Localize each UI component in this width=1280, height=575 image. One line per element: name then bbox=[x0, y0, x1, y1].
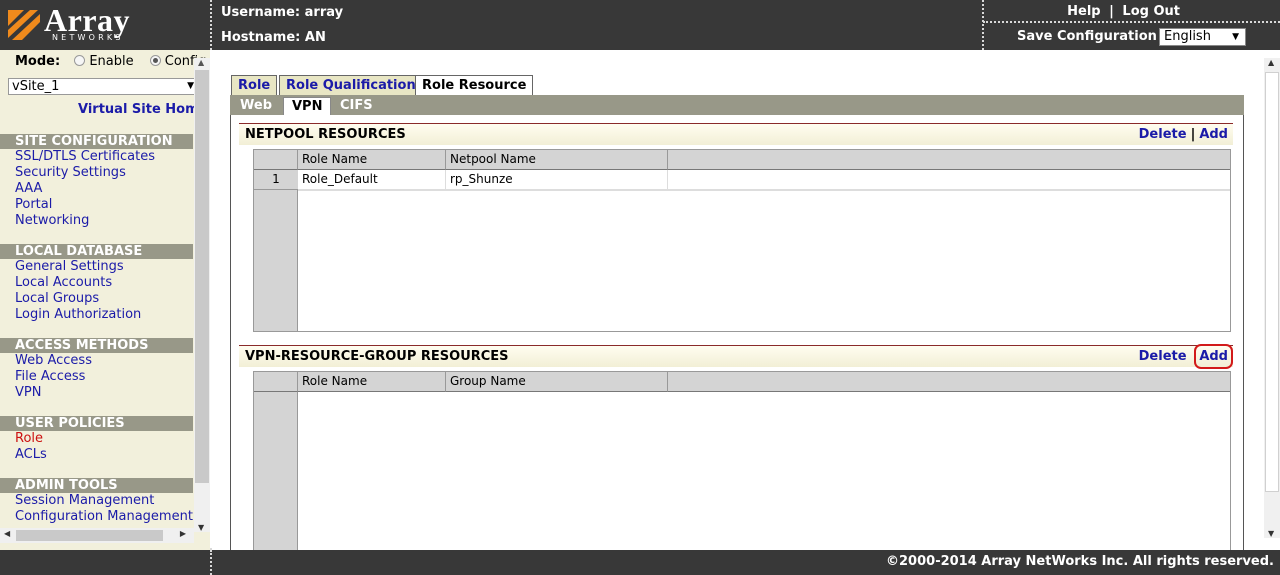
section-access-methods: ACCESS METHODS bbox=[0, 338, 193, 353]
nav-general-settings[interactable]: General Settings bbox=[15, 259, 124, 274]
mode-row: Mode: Enable Config bbox=[15, 54, 206, 69]
chevron-down-icon: ▼ bbox=[187, 81, 194, 91]
subtab-cifs[interactable]: CIFS bbox=[332, 97, 381, 115]
column-header-filler bbox=[668, 150, 1230, 170]
section-user-policies: USER POLICIES bbox=[0, 416, 193, 431]
copyright-text: ©2000-2014 Array NetWorks Inc. All right… bbox=[886, 554, 1274, 569]
save-configuration-link[interactable]: Save Configuration | bbox=[1017, 29, 1166, 44]
hostname-label: Hostname: AN bbox=[221, 30, 326, 45]
header-divider bbox=[210, 0, 212, 50]
netpool-delete-link[interactable]: Delete bbox=[1139, 127, 1187, 142]
scroll-left-icon[interactable]: ◀ bbox=[4, 529, 10, 538]
vpn-group-section-header: VPN-RESOURCE-GROUP RESOURCES Delete |Add bbox=[239, 344, 1233, 369]
vpn-group-table: Role Name Group Name bbox=[253, 371, 1231, 550]
nav-web-access[interactable]: Web Access bbox=[15, 353, 92, 368]
mode-label: Mode: bbox=[15, 54, 61, 69]
netpool-section-header: NETPOOL RESOURCES Delete | Add bbox=[239, 123, 1233, 145]
nav-vpn[interactable]: VPN bbox=[15, 385, 41, 400]
help-link[interactable]: Help bbox=[1067, 4, 1100, 19]
action-separator: | bbox=[1190, 127, 1196, 142]
netpool-actions: Delete | Add bbox=[1139, 127, 1228, 142]
mode-enable-radio[interactable] bbox=[74, 55, 86, 66]
main-scroll-thumb[interactable] bbox=[1265, 72, 1279, 492]
subtab-vpn[interactable]: VPN bbox=[283, 97, 332, 115]
table-row-number: 1 bbox=[254, 170, 298, 190]
tab-role[interactable]: Role bbox=[231, 75, 278, 96]
table-corner bbox=[254, 372, 298, 392]
column-header-netpool-name[interactable]: Netpool Name bbox=[446, 150, 668, 170]
table-cell-netpool-name[interactable]: rp_Shunze bbox=[446, 170, 668, 190]
mode-config-radio[interactable] bbox=[149, 55, 161, 66]
main-vertical-scrollbar[interactable]: ▲ ▼ bbox=[1264, 58, 1280, 538]
subtab-web[interactable]: Web bbox=[232, 97, 280, 115]
tab-role-qualification[interactable]: Role Qualification bbox=[279, 75, 423, 96]
header-links: Help | Log Out bbox=[1067, 4, 1180, 19]
vpn-group-add-link[interactable]: Add bbox=[1194, 344, 1233, 369]
action-spacer: | bbox=[1191, 349, 1196, 364]
tab-role-resource[interactable]: Role Resource bbox=[415, 75, 534, 96]
array-networks-logo: Array NETWORKS bbox=[8, 2, 143, 44]
section-admin-tools: ADMIN TOOLS bbox=[0, 478, 193, 493]
main-content: Role Role Qualification Role Resource We… bbox=[213, 50, 1280, 550]
vpn-group-actions: Delete |Add bbox=[1139, 344, 1233, 369]
header-right-divider bbox=[982, 0, 984, 50]
header-dotted-rule bbox=[983, 21, 1280, 23]
section-site-configuration: SITE CONFIGURATION bbox=[0, 134, 193, 149]
logo-mark-icon bbox=[8, 10, 40, 40]
resource-panel: NETPOOL RESOURCES Delete | Add Role Name N… bbox=[230, 115, 1244, 550]
nav-local-accounts[interactable]: Local Accounts bbox=[15, 275, 112, 290]
column-header-filler bbox=[668, 372, 1230, 392]
nav-role[interactable]: Role bbox=[15, 431, 43, 446]
column-header-role-name[interactable]: Role Name bbox=[298, 372, 446, 392]
scroll-up-icon[interactable]: ▲ bbox=[198, 58, 204, 67]
scroll-right-icon[interactable]: ▶ bbox=[180, 529, 186, 538]
vpn-group-delete-link[interactable]: Delete bbox=[1139, 349, 1187, 364]
top-header: Array NETWORKS Username: array Hostname:… bbox=[0, 0, 1280, 50]
virtual-site-select[interactable]: vSite_1 ▼ bbox=[8, 78, 198, 95]
mode-enable-label: Enable bbox=[89, 54, 134, 69]
sidebar: Mode: Enable Config vSite_1 ▼ Virtual Si… bbox=[0, 50, 210, 550]
nav-configuration-management[interactable]: Configuration Management bbox=[15, 509, 193, 524]
sidebar-horizontal-scrollbar[interactable]: ◀ ▶ bbox=[0, 528, 194, 543]
scroll-up-icon[interactable]: ▲ bbox=[1268, 58, 1274, 67]
column-header-group-name[interactable]: Group Name bbox=[446, 372, 668, 392]
sub-tabs: Web VPN CIFS bbox=[230, 95, 1244, 115]
column-header-role-name[interactable]: Role Name bbox=[298, 150, 446, 170]
netpool-table: Role Name Netpool Name 1 Role_Default rp… bbox=[253, 149, 1231, 332]
nav-portal[interactable]: Portal bbox=[15, 197, 52, 212]
virtual-site-home-link[interactable]: Virtual Site Home bbox=[78, 102, 207, 117]
nav-login-authorization[interactable]: Login Authorization bbox=[15, 307, 141, 322]
row-divider bbox=[298, 190, 1230, 191]
scroll-down-icon[interactable]: ▼ bbox=[1268, 529, 1274, 538]
nav-networking[interactable]: Networking bbox=[15, 213, 89, 228]
footer: ©2000-2014 Array NetWorks Inc. All right… bbox=[0, 550, 1280, 575]
sidebar-scroll-thumb[interactable] bbox=[195, 70, 209, 483]
nav-security-settings[interactable]: Security Settings bbox=[15, 165, 126, 180]
sidebar-vertical-scrollbar[interactable]: ▲ ▼ bbox=[194, 58, 210, 532]
table-cell-role-name[interactable]: Role_Default bbox=[298, 170, 446, 190]
chevron-down-icon: ▼ bbox=[1232, 32, 1239, 42]
nav-session-management[interactable]: Session Management bbox=[15, 493, 154, 508]
nav-ssl-dtls-certificates[interactable]: SSL/DTLS Certificates bbox=[15, 149, 155, 164]
username-label: Username: array bbox=[221, 5, 344, 20]
logout-link[interactable]: Log Out bbox=[1122, 4, 1180, 19]
scroll-down-icon[interactable]: ▼ bbox=[198, 523, 204, 532]
link-separator: | bbox=[1109, 4, 1114, 19]
language-selected-value: English bbox=[1164, 29, 1211, 44]
language-select[interactable]: English ▼ bbox=[1159, 28, 1246, 46]
nav-aaa[interactable]: AAA bbox=[15, 181, 42, 196]
nav-file-access[interactable]: File Access bbox=[15, 369, 85, 384]
footer-divider bbox=[210, 550, 212, 575]
section-local-database: LOCAL DATABASE bbox=[0, 244, 193, 259]
vpn-group-section-title: VPN-RESOURCE-GROUP RESOURCES bbox=[245, 349, 509, 364]
nav-acls[interactable]: ACLs bbox=[15, 447, 47, 462]
table-cell-filler bbox=[668, 170, 1230, 190]
table-corner bbox=[254, 150, 298, 170]
nav-local-groups[interactable]: Local Groups bbox=[15, 291, 99, 306]
sidebar-hscroll-thumb[interactable] bbox=[16, 530, 163, 541]
virtual-site-selected-value: vSite_1 bbox=[12, 79, 60, 94]
row-number-column bbox=[254, 372, 298, 550]
netpool-add-link[interactable]: Add bbox=[1199, 127, 1228, 142]
netpool-section-title: NETPOOL RESOURCES bbox=[245, 127, 406, 142]
